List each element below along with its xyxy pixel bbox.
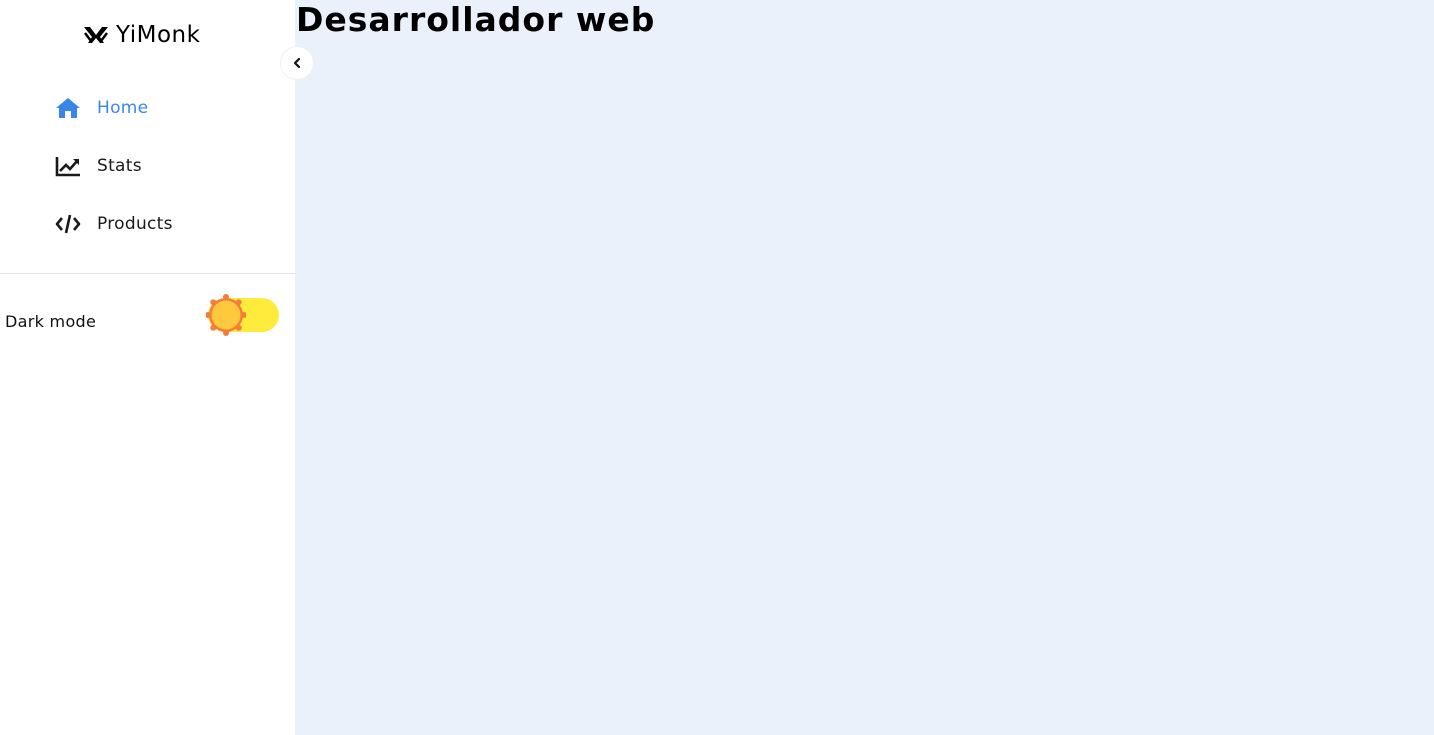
chart-line-icon [55,153,81,179]
brand[interactable]: YiMonk [82,20,200,50]
sidebar-item-products[interactable]: Products [55,209,173,239]
dark-mode-toggle[interactable] [205,294,279,336]
sidebar-divider [0,273,295,274]
sidebar-item-label: Stats [97,156,142,176]
chevron-left-icon [291,57,303,69]
sidebar-item-label: Products [97,214,173,234]
dark-mode-label: Dark mode [5,312,97,331]
sidebar-collapse-button[interactable] [281,47,313,79]
sidebar-item-label: Home [97,98,149,118]
code-icon [55,211,81,237]
sidebar: YiMonk Home Stats Products Dark mode [0,0,295,735]
sun-icon [205,294,247,336]
brand-name: YiMonk [116,22,201,48]
sidebar-item-stats[interactable]: Stats [55,151,142,181]
page-title: Desarrollador web [296,0,656,39]
app-root: YiMonk Home Stats Products Dark mode Des… [0,0,1434,735]
monk-logo-icon [82,23,110,47]
sidebar-item-home[interactable]: Home [55,93,148,123]
home-icon [55,95,81,121]
